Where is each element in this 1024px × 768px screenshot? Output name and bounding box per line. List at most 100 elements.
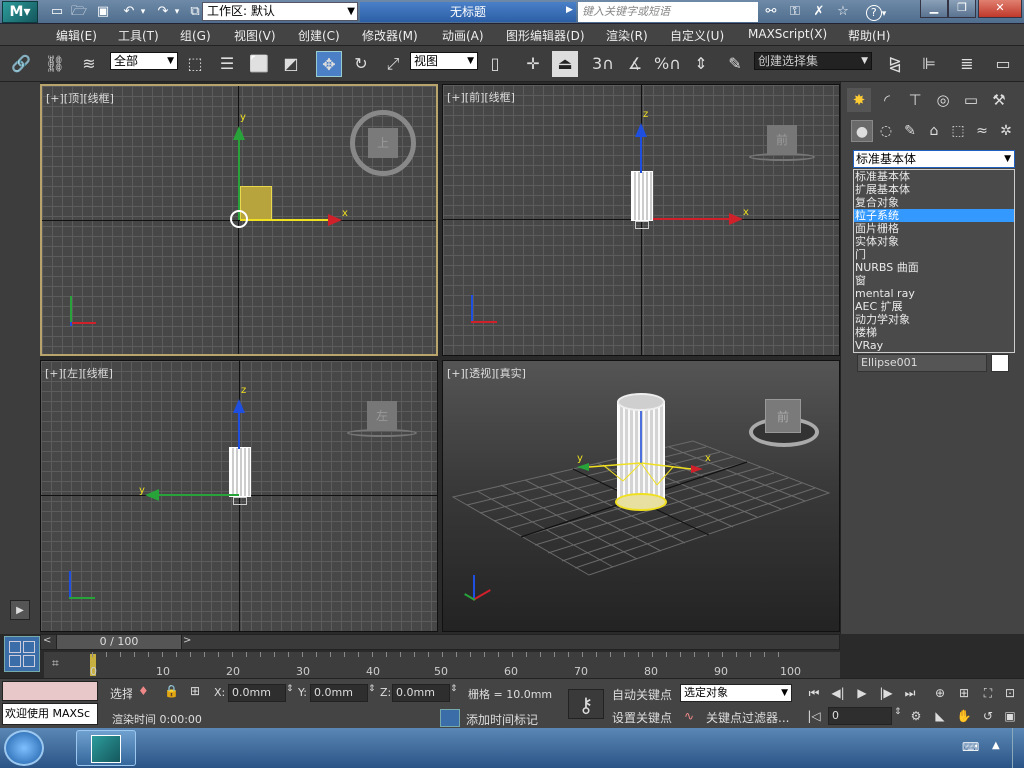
- rectangular-selection-icon[interactable]: ⬜: [246, 51, 272, 77]
- go-to-start-icon[interactable]: ⏮: [804, 684, 824, 702]
- select-object-icon[interactable]: ⬚: [182, 51, 208, 77]
- menu-modifiers[interactable]: 修改器(M): [362, 27, 418, 44]
- auto-key-button[interactable]: 自动关键点: [612, 686, 672, 703]
- key-mode-select[interactable]: 选定对象 ▼: [680, 684, 792, 702]
- display-tab-icon[interactable]: ▭: [959, 88, 983, 112]
- object-color-swatch[interactable]: [991, 354, 1009, 372]
- cylinder-object[interactable]: [631, 171, 653, 221]
- viewcube[interactable]: 前: [765, 399, 801, 433]
- z-spinner-icon[interactable]: ⇕: [450, 684, 458, 694]
- next-frame-icon[interactable]: |▶: [876, 684, 896, 702]
- y-spinner-icon[interactable]: ⇕: [368, 684, 376, 694]
- key-filters-button[interactable]: 关键点过滤器...: [706, 709, 789, 726]
- layer-manager-icon[interactable]: ≣: [954, 51, 980, 77]
- category-option[interactable]: VRay: [854, 339, 1014, 352]
- taskbar-3dsmax-app[interactable]: [76, 730, 136, 766]
- viewport-top-label[interactable]: [+][顶][线框]: [46, 90, 114, 106]
- modify-tab-icon[interactable]: ◜: [875, 88, 899, 112]
- helpers-icon[interactable]: ⬚: [947, 120, 969, 142]
- category-option[interactable]: NURBS 曲面: [854, 261, 1014, 274]
- favorites-star-icon[interactable]: ☆: [834, 3, 852, 21]
- maxscript-listener-pink[interactable]: [2, 681, 98, 701]
- viewcube-face[interactable]: 上: [368, 128, 398, 158]
- hierarchy-tab-icon[interactable]: ⊤: [903, 88, 927, 112]
- select-rotate-icon[interactable]: ↻: [348, 51, 374, 77]
- start-button-icon[interactable]: [4, 730, 44, 766]
- category-option[interactable]: mental ray: [854, 287, 1014, 300]
- zoom-icon[interactable]: ⊕: [930, 684, 950, 702]
- gizmo-x-axis[interactable]: [653, 218, 737, 220]
- gizmo-y-arrow[interactable]: [233, 126, 245, 140]
- time-slider[interactable]: 0 / 100: [56, 634, 182, 650]
- keyboard-tray-icon[interactable]: ⌨: [962, 740, 979, 754]
- maximize-viewport-icon[interactable]: ▣: [1000, 707, 1020, 725]
- motion-tab-icon[interactable]: ◎: [931, 88, 955, 112]
- category-option[interactable]: 动力学对象: [854, 313, 1014, 326]
- pan-icon[interactable]: ✋: [954, 707, 974, 725]
- transform-gizmo[interactable]: [563, 401, 723, 511]
- cylinder-object[interactable]: [229, 447, 251, 497]
- named-selection-set-select[interactable]: 创建选择集 ▼: [754, 52, 872, 70]
- gizmo-x-arrow[interactable]: [328, 214, 342, 226]
- frame-spinner-icon[interactable]: ⇕: [894, 707, 902, 717]
- viewcube-face[interactable]: 左: [367, 401, 397, 431]
- viewport-front[interactable]: [+][前][线框] 前 x z: [442, 84, 840, 356]
- category-option[interactable]: 扩展基本体: [854, 183, 1014, 196]
- shapes-icon[interactable]: ◌: [875, 120, 897, 142]
- select-manipulate-icon[interactable]: ✛: [520, 51, 546, 77]
- utilities-tab-icon[interactable]: ⚒: [987, 88, 1011, 112]
- category-option[interactable]: 门: [854, 248, 1014, 261]
- keyboard-shortcut-toggle-icon[interactable]: ⏏: [552, 51, 578, 77]
- mirror-icon[interactable]: ⧎: [882, 51, 908, 77]
- time-slider-prev-icon[interactable]: <: [43, 635, 51, 646]
- restore-button[interactable]: ❐: [948, 0, 976, 18]
- lock-selection-icon[interactable]: 🔒: [164, 684, 179, 698]
- viewport-front-label[interactable]: [+][前][线框]: [447, 89, 515, 105]
- go-to-end-icon[interactable]: ⏭: [900, 684, 920, 702]
- menu-customize[interactable]: 自定义(U): [670, 27, 724, 44]
- pivot-center-icon[interactable]: ▯: [482, 51, 508, 77]
- menu-group[interactable]: 组(G): [180, 27, 211, 44]
- menu-tools[interactable]: 工具(T): [118, 27, 159, 44]
- object-name-field[interactable]: Ellipse001: [857, 354, 987, 372]
- unlink-icon[interactable]: ⛓: [42, 51, 68, 77]
- menu-animation[interactable]: 动画(A): [442, 27, 484, 44]
- align-icon[interactable]: ⊫: [916, 51, 942, 77]
- set-key-button[interactable]: 设置关键点: [612, 709, 672, 726]
- space-warps-icon[interactable]: ≈: [971, 120, 993, 142]
- new-file-icon[interactable]: ▭: [48, 3, 66, 21]
- gizmo-z-axis[interactable]: [640, 133, 642, 173]
- category-option-highlighted[interactable]: 粒子系统: [854, 209, 1014, 222]
- y-coordinate-field[interactable]: 0.0mm: [310, 684, 368, 702]
- subscription-key-icon[interactable]: ⚿: [786, 3, 804, 21]
- app-logo-icon[interactable]: M▾: [2, 1, 38, 23]
- cameras-icon[interactable]: ⌂: [923, 120, 945, 142]
- category-select[interactable]: 标准基本体 ▼: [853, 150, 1015, 168]
- redo-icon[interactable]: ↷: [154, 3, 172, 21]
- maxscript-mini-listener[interactable]: 欢迎使用 MAXSc: [2, 703, 98, 725]
- category-option[interactable]: 楼梯: [854, 326, 1014, 339]
- create-tab-icon[interactable]: ✸: [847, 88, 871, 112]
- gizmo-z-arrow[interactable]: [233, 399, 245, 413]
- gizmo-z-arrow[interactable]: [635, 123, 647, 137]
- spinner-snap-icon[interactable]: ⇕: [688, 51, 714, 77]
- category-option[interactable]: 窗: [854, 274, 1014, 287]
- previous-frame-icon[interactable]: ◀|: [828, 684, 848, 702]
- category-option[interactable]: 实体对象: [854, 235, 1014, 248]
- tray-expand-icon[interactable]: ▲: [992, 740, 1000, 751]
- workspace-select[interactable]: 工作区: 默认 ▼: [202, 2, 358, 21]
- snap-toggle-icon[interactable]: 3∩: [590, 51, 616, 77]
- selection-filter-select[interactable]: 全部 ▼: [110, 52, 178, 70]
- category-option[interactable]: 复合对象: [854, 196, 1014, 209]
- save-file-icon[interactable]: ▣: [94, 3, 112, 21]
- menu-views[interactable]: 视图(V): [234, 27, 276, 44]
- gizmo-y-arrow[interactable]: [145, 489, 159, 501]
- x-coordinate-field[interactable]: 0.0mm: [228, 684, 286, 702]
- add-time-tag[interactable]: 添加时间标记: [466, 711, 538, 728]
- bind-space-warp-icon[interactable]: ≋: [76, 51, 102, 77]
- percent-snap-icon[interactable]: %∩: [654, 51, 681, 77]
- reference-coordinate-select[interactable]: 视图 ▼: [410, 52, 478, 70]
- select-scale-icon[interactable]: ⤢: [380, 51, 406, 77]
- gizmo-x-axis[interactable]: [240, 219, 334, 221]
- menu-graph-editors[interactable]: 图形编辑器(D): [506, 27, 585, 44]
